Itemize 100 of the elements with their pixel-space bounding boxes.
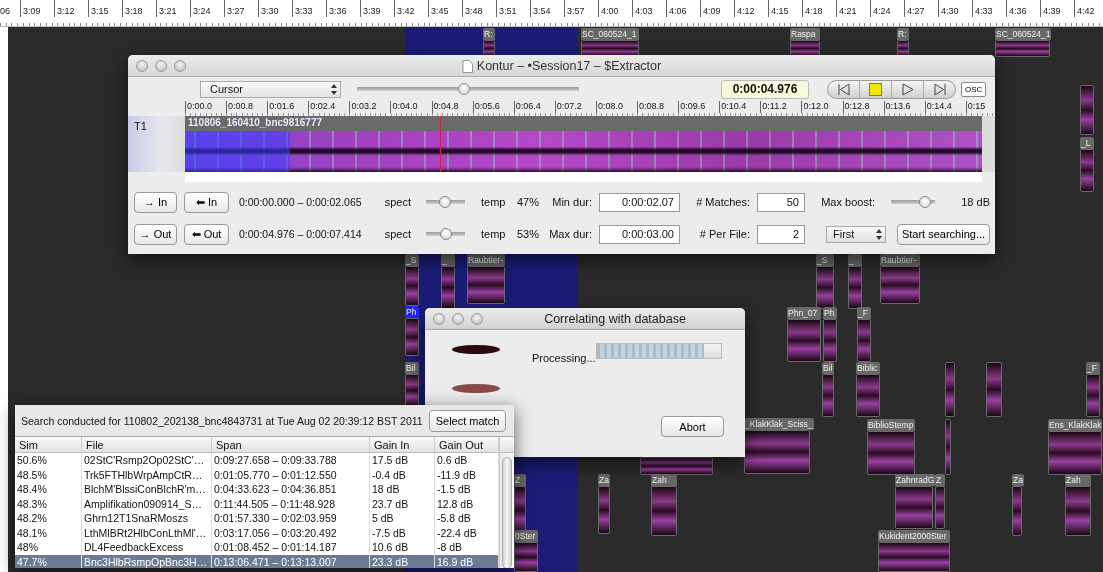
ruler-label: 3:45 — [428, 0, 462, 17]
table-cell: Bnc3HlbRsmpOpBnc3H… — [82, 554, 212, 568]
region-label: 110806_160410_bnc9816777 — [188, 117, 323, 128]
start-search-button[interactable]: Start searching... — [897, 223, 990, 245]
clip-label: _L — [1080, 137, 1094, 149]
clip-label: Zah — [651, 474, 677, 486]
table-cell: 48% — [15, 540, 82, 555]
clip-label: Raubtier- — [880, 254, 920, 266]
clip-label: ZahnradG — [895, 474, 936, 486]
ruler-label: 0:00.0 — [185, 101, 227, 113]
audio-region[interactable]: 110806_160410_bnc9816777 — [185, 116, 982, 172]
duration-field[interactable]: 0:00:03.00 — [599, 224, 680, 244]
column-header[interactable]: Gain Out — [435, 437, 499, 453]
ruler-label: 3:57 — [564, 0, 598, 17]
ruler-label: 0:10.4 — [719, 101, 761, 113]
column-header[interactable]: Span — [212, 437, 370, 453]
ruler-label: 0:15 — [965, 101, 995, 113]
table-cell: Amplifikation090914_S… — [82, 496, 212, 511]
clip-label: _ — [848, 254, 862, 266]
table-cell: DL4FeedbackExcess — [82, 540, 212, 555]
in-back-button[interactable]: ⬅ In — [184, 191, 229, 213]
osc-button[interactable]: OSC — [961, 81, 987, 97]
duration-field[interactable]: 0:00:02.07 — [599, 192, 680, 212]
clip-label: Z — [514, 474, 526, 486]
clip-label: Kukident2000Ster — [878, 530, 950, 542]
spect-label: spect — [384, 228, 411, 240]
clip-label: Za — [598, 474, 610, 486]
ruler-label: 0:12.0 — [801, 101, 843, 113]
ruler-label: 3:39 — [360, 0, 394, 17]
column-header[interactable]: Sim — [15, 437, 82, 453]
ruler-label: 4:21 — [836, 0, 870, 17]
table-cell: 48.5% — [15, 467, 82, 482]
window-title: Kontur – •Session17 – $Extractor — [476, 59, 662, 73]
ruler-label: 4:39 — [1040, 0, 1074, 17]
table-cell: 48.1% — [15, 525, 82, 540]
ruler-label: 0:00.8 — [226, 101, 268, 113]
ruler-label: 4:18 — [802, 0, 836, 17]
ruler-label: 3:42 — [394, 0, 428, 17]
ruler-label: 3:12 — [54, 0, 88, 17]
ruler-label: 06 — [0, 5, 11, 17]
time-span: 0:00:00.000 – 0:00:02.065 — [238, 196, 363, 208]
in-back-button[interactable]: ⬅ Out — [184, 223, 229, 245]
table-cell: 48.4% — [15, 482, 82, 497]
table-cell: LthMlBRt2HlbConLthMl'… — [82, 525, 212, 540]
in-forward-button[interactable]: → Out — [134, 223, 177, 245]
clip-label: _S — [816, 254, 834, 266]
ruler-label: 0:09.6 — [678, 101, 720, 113]
table-cell: 17.5 dB — [370, 453, 435, 468]
table-cell: -0.4 dB — [370, 467, 435, 482]
ruler-label: 0:03.2 — [349, 101, 391, 113]
ruler-label: 3:54 — [530, 0, 564, 17]
count-label: # Per File: — [699, 228, 750, 240]
clip-label: BiblioStemp — [867, 419, 915, 431]
clip-label: Bil — [822, 362, 834, 374]
table-cell: 10.6 dB — [370, 540, 435, 555]
table-cell: Trk5FTHlbWrpAmpCtR… — [82, 467, 212, 482]
ruler-label: 0:01.6 — [267, 101, 309, 113]
clip-label: _F — [857, 307, 871, 319]
ruler-label: 0:02.4 — [308, 101, 350, 113]
mode-popup[interactable]: Cursor — [200, 80, 341, 98]
select-match-button[interactable]: Select match — [428, 409, 507, 432]
duration-label: Min dur: — [552, 196, 592, 208]
ruler-label: 0:13.6 — [883, 101, 925, 113]
ruler-label: 3:21 — [156, 0, 190, 17]
table-cell: 5 dB — [370, 511, 435, 526]
table-cell: 47.7% — [15, 554, 82, 568]
spect-label: spect — [384, 196, 411, 208]
table-cell: BlchM'BlssiConBlchR'm… — [82, 482, 212, 497]
table-cell: 0:09:27.658 – 0:09:33.788 — [212, 453, 370, 468]
ruler-label: 0:05.6 — [472, 101, 514, 113]
table-cell: 0:01:57.330 – 0:02:03.959 — [212, 511, 370, 526]
ruler-label: 4:09 — [700, 0, 734, 17]
ruler-label: 0:07.2 — [554, 101, 596, 113]
count-field[interactable]: 50 — [757, 192, 805, 212]
clip-label: _F — [1086, 362, 1100, 374]
column-header[interactable]: Gain In — [370, 437, 435, 453]
table-cell: 23.3 dB — [370, 554, 435, 568]
ruler-label: 4:00 — [598, 0, 632, 17]
count-field[interactable]: 2 — [757, 224, 805, 244]
temp-label: temp — [481, 196, 507, 208]
match-popup[interactable]: First — [826, 225, 886, 243]
column-header[interactable]: File — [82, 437, 212, 453]
status-label: Processing... — [532, 352, 596, 364]
clip-label: 0Ster — [514, 530, 538, 542]
table-cell: 18 dB — [370, 482, 435, 497]
ruler-label: 4:03 — [632, 0, 666, 17]
search-summary: Search conducted for 110802_202138_bnc4843731 at Tue Aug 02 20:39:12 BST 2011 — [21, 414, 423, 427]
table-cell: 23.7 dB — [370, 496, 435, 511]
clip-label: _S — [405, 254, 419, 266]
ruler-label: 4:15 — [768, 0, 802, 17]
clip-label: _KlakKlak_Sciss_ — [744, 418, 814, 430]
time-display: 0:00:04.976 — [721, 79, 809, 99]
ruler-label: 0:08.0 — [595, 101, 638, 113]
table-cell: 48.2% — [15, 511, 82, 526]
clip-label: Biblic — [856, 362, 880, 374]
ruler-label: 0:14.4 — [924, 101, 966, 113]
abort-button[interactable]: Abort — [661, 416, 724, 437]
in-forward-button[interactable]: → In — [134, 191, 177, 213]
table-cell: 0:13:06.471 – 0:13:13.007 — [212, 554, 370, 568]
table-cell: 0:01:08.452 – 0:01:14.187 — [212, 540, 370, 555]
